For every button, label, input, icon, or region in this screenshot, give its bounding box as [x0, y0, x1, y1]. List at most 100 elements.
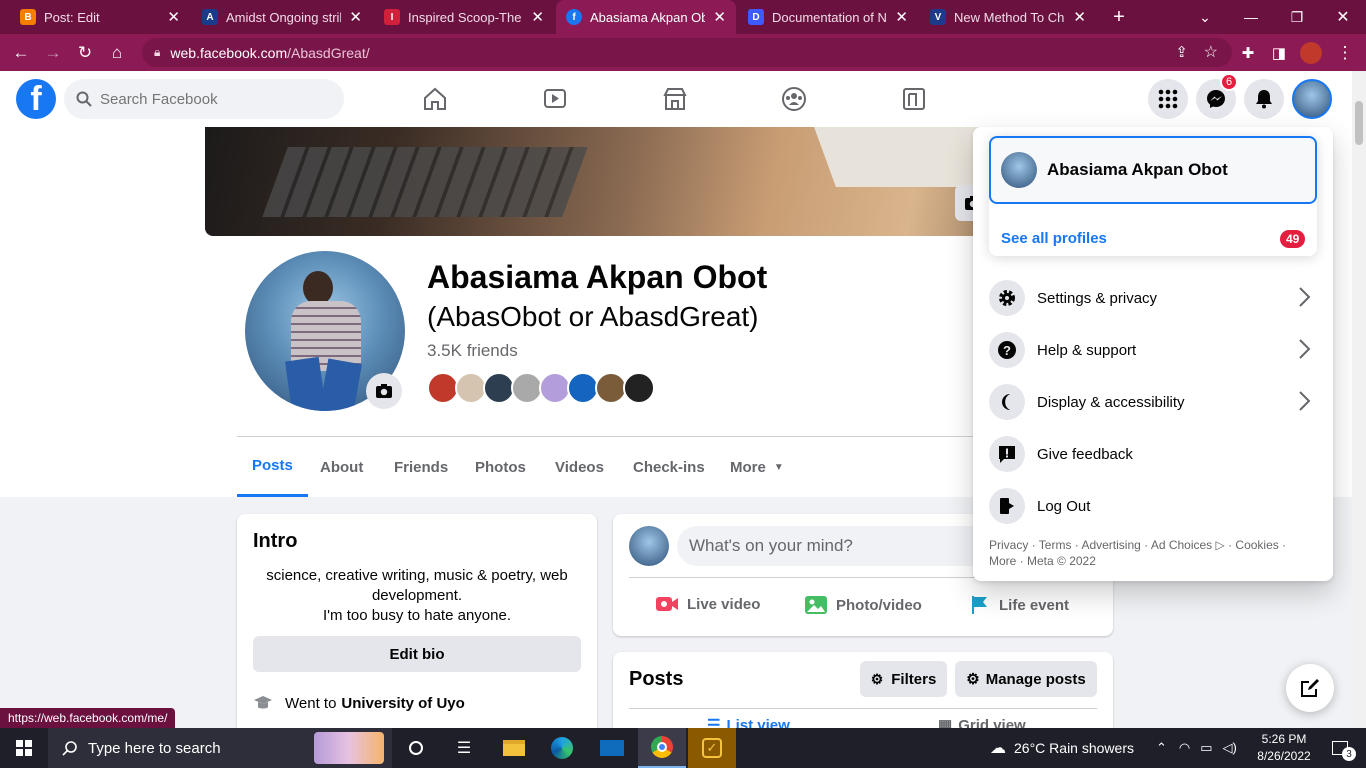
browser-menu-icon[interactable]: ⋮	[1330, 34, 1360, 71]
extensions-puzzle-icon[interactable]: ✚	[1233, 34, 1263, 71]
messenger-icon[interactable]: 6	[1196, 73, 1239, 119]
nav-watch-icon[interactable]	[535, 81, 575, 117]
nav-home-icon[interactable]	[415, 81, 455, 117]
browser-tab-active[interactable]: f Abasiama Akpan Obo ✕	[556, 0, 736, 34]
tab-search-chevron-icon[interactable]: ⌄	[1182, 0, 1228, 34]
browser-tab[interactable]: D Documentation of Ne ✕	[738, 0, 918, 34]
weather-widget[interactable]: ☁ 26°C Rain showers	[990, 728, 1134, 768]
settings-privacy-item[interactable]: Settings & privacy	[989, 276, 1319, 320]
close-window-button[interactable]: ✕	[1320, 0, 1366, 34]
notifications-bell-icon[interactable]	[1244, 79, 1284, 119]
facebook-logo-icon[interactable]: f	[16, 79, 56, 119]
menu-item-label: Log Out	[1037, 497, 1091, 515]
system-tray: ⌃ ◠ ▭ ◁)	[1156, 728, 1237, 768]
manage-posts-button[interactable]: ⚙ Manage posts	[955, 661, 1097, 697]
browser-profile-avatar[interactable]	[1296, 34, 1326, 71]
close-tab-icon[interactable]: ✕	[531, 8, 544, 26]
address-bar[interactable]: 🔒︎ web.facebook.com/AbasdGreat/ ⇪ ☆	[142, 38, 1232, 67]
close-tab-icon[interactable]: ✕	[895, 8, 908, 26]
minimize-button[interactable]: —	[1228, 0, 1274, 34]
taskbar-search-box[interactable]: Type here to search	[48, 728, 392, 768]
nav-groups-icon[interactable]	[774, 81, 814, 117]
nav-gaming-icon[interactable]	[894, 81, 934, 117]
footer-line[interactable]: More · Meta © 2022	[989, 553, 1319, 569]
tab-more[interactable]: More ▼	[730, 437, 784, 497]
browser-tab[interactable]: I Inspired Scoop-The In ✕	[374, 0, 554, 34]
tab-more-label: More	[730, 458, 766, 476]
browser-tab[interactable]: B Post: Edit ✕	[10, 0, 190, 34]
profile-switcher-card: Abasiama Akpan Obot See all profiles 49	[989, 136, 1317, 256]
share-icon[interactable]: ⇪	[1175, 43, 1188, 61]
facebook-search-box[interactable]	[64, 79, 344, 119]
edge-browser-icon[interactable]	[538, 728, 586, 768]
new-tab-button[interactable]: +	[1096, 0, 1142, 34]
forward-arrow-icon[interactable]: →	[38, 34, 68, 71]
tab-videos[interactable]: Videos	[555, 437, 604, 497]
side-panel-icon[interactable]: ◨	[1264, 34, 1294, 71]
bookmark-star-icon[interactable]: ☆	[1204, 42, 1218, 62]
search-input[interactable]	[100, 90, 320, 108]
browser-tab[interactable]: A Amidst Ongoing strike ✕	[192, 0, 372, 34]
browser-tab[interactable]: V New Method To Chan ✕	[920, 0, 1096, 34]
see-all-profiles-link[interactable]: See all profiles	[1001, 230, 1107, 247]
volume-icon[interactable]: ◁)	[1223, 740, 1237, 756]
task-view-icon[interactable]	[392, 728, 440, 768]
current-profile-row[interactable]: Abasiama Akpan Obot	[989, 136, 1317, 204]
compose-edit-icon	[1301, 679, 1319, 697]
friends-count[interactable]: 3.5K friends	[427, 341, 518, 361]
reload-icon[interactable]: ↻	[70, 34, 100, 71]
close-tab-icon[interactable]: ✕	[349, 8, 362, 26]
give-feedback-item[interactable]: Give feedback	[989, 432, 1319, 476]
live-video-button[interactable]: Live video	[655, 594, 760, 614]
notifications-center-icon[interactable]: 3	[1316, 728, 1364, 768]
page-scrollbar[interactable]	[1352, 71, 1366, 728]
help-support-item[interactable]: ? Help & support	[989, 328, 1319, 372]
lock-icon: 🔒︎	[154, 45, 161, 59]
life-event-label: Life event	[999, 596, 1070, 614]
bio-line: science, creative writing, music & poetr…	[266, 567, 568, 584]
photo-video-button[interactable]: Photo/video	[804, 594, 922, 616]
school-link[interactable]: University of Uyo	[341, 695, 464, 712]
tab-posts[interactable]: Posts	[237, 437, 308, 497]
display-accessibility-item[interactable]: Display & accessibility	[989, 380, 1319, 424]
tab-title: Abasiama Akpan Obo	[590, 9, 706, 25]
footer-line[interactable]: Privacy · Terms · Advertising · Ad Choic…	[989, 537, 1319, 553]
tab-friends[interactable]: Friends	[394, 437, 448, 497]
nav-marketplace-icon[interactable]	[655, 81, 695, 117]
scrollbar-thumb[interactable]	[1355, 101, 1363, 145]
close-tab-icon[interactable]: ✕	[1073, 8, 1086, 26]
wifi-icon[interactable]: ◠	[1179, 740, 1190, 756]
windows-start-icon[interactable]	[0, 728, 48, 768]
mail-icon[interactable]	[588, 728, 636, 768]
home-icon[interactable]: ⌂	[102, 34, 132, 71]
edit-profile-picture-camera-icon[interactable]	[366, 373, 402, 409]
tab-photos[interactable]: Photos	[475, 437, 526, 497]
tab-about[interactable]: About	[320, 437, 363, 497]
tab-title: Amidst Ongoing strike	[226, 9, 342, 25]
filters-button[interactable]: ⚙︎ Filters	[860, 661, 947, 697]
log-out-item[interactable]: Log Out	[989, 484, 1319, 528]
new-message-button[interactable]	[1286, 664, 1334, 712]
browser-tab-strip: B Post: Edit ✕ A Amidst Ongoing strike ✕…	[0, 0, 1366, 34]
close-tab-icon[interactable]: ✕	[167, 8, 180, 26]
education-row: Went to University of Uyo	[253, 694, 465, 712]
battery-icon[interactable]: ▭	[1200, 740, 1212, 756]
account-avatar[interactable]	[1292, 79, 1332, 119]
chrome-icon[interactable]	[638, 728, 686, 768]
restore-button[interactable]: ❐	[1274, 0, 1320, 34]
menu-footer-links[interactable]: Privacy · Terms · Advertising · Ad Choic…	[989, 537, 1319, 569]
menu-grid-icon[interactable]	[1148, 79, 1188, 119]
tasks-app-icon[interactable]: ✓	[688, 728, 736, 768]
chevron-up-icon[interactable]: ⌃	[1156, 740, 1167, 756]
life-event-button[interactable]: Life event	[969, 594, 1069, 616]
blogger-favicon-icon: B	[20, 9, 36, 25]
clock[interactable]: 5:26 PM 8/26/2022	[1254, 731, 1314, 765]
url-host: web.facebook.com	[170, 44, 288, 61]
friend-avatar[interactable]	[623, 372, 655, 404]
file-explorer-icon[interactable]	[490, 728, 538, 768]
tab-check-ins[interactable]: Check-ins	[633, 437, 705, 497]
widgets-icon[interactable]: ☰	[440, 728, 488, 768]
close-tab-icon[interactable]: ✕	[713, 8, 726, 26]
back-arrow-icon[interactable]: ←	[6, 34, 36, 71]
edit-bio-button[interactable]: Edit bio	[253, 636, 581, 672]
